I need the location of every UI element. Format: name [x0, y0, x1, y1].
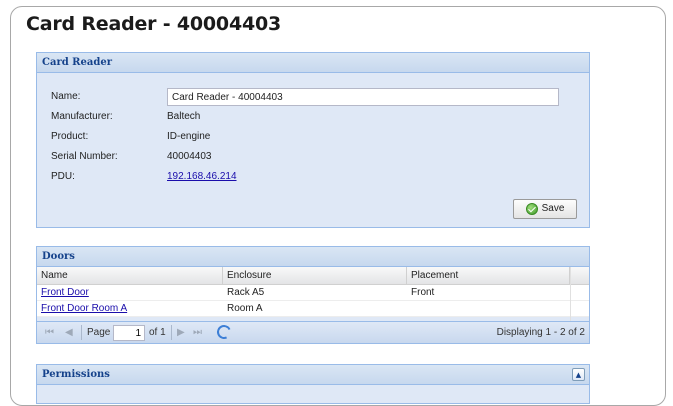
check-icon: [525, 203, 538, 215]
next-page-button[interactable]: ▶: [177, 326, 185, 340]
column-header-placement[interactable]: Placement: [407, 267, 570, 285]
table-row[interactable]: Front Door Rack A5 Front: [37, 285, 589, 301]
product-value: ID-engine: [167, 131, 211, 142]
name-label: Name:: [51, 91, 81, 102]
card-reader-panel: Card Reader Name: Manufacturer: Baltech …: [36, 52, 590, 228]
serial-number-value: 40004403: [167, 151, 212, 162]
door-enclosure: Room A: [227, 303, 263, 314]
page-number-input[interactable]: [113, 325, 145, 341]
pager-toolbar: ⏮ ◀ Page of 1 ▶ ⏭ Displaying 1 - 2 of 2: [37, 321, 589, 343]
table-row[interactable]: Front Door Room A Room A: [37, 301, 589, 317]
pdu-label: PDU:: [51, 171, 75, 182]
last-page-button[interactable]: ⏭: [193, 326, 202, 340]
doors-grid-header: Name Enclosure Placement: [37, 267, 589, 285]
grid-filler-column: [570, 267, 589, 321]
paging-status: Displaying 1 - 2 of 2: [496, 327, 585, 338]
pdu-link[interactable]: 192.168.46.214: [167, 171, 237, 182]
save-button[interactable]: Save: [513, 199, 577, 219]
collapse-icon[interactable]: ▲: [572, 368, 585, 381]
door-name-link[interactable]: Front Door Room A: [41, 303, 127, 314]
door-placement: [407, 301, 411, 317]
first-page-button[interactable]: ⏮: [45, 326, 54, 340]
doors-panel: Doors Name Enclosure Placement Front Doo…: [36, 246, 590, 344]
refresh-icon[interactable]: [215, 323, 233, 341]
page-count-label: of 1: [149, 327, 166, 338]
prev-page-button[interactable]: ◀: [65, 326, 73, 340]
product-row: Product: ID-engine: [51, 128, 571, 146]
door-enclosure: Rack A5: [227, 287, 265, 298]
name-field[interactable]: [167, 88, 559, 106]
page-title: Card Reader - 40004403: [26, 13, 282, 35]
door-placement: Front: [411, 287, 435, 298]
pdu-row: PDU: 192.168.46.214: [51, 168, 571, 186]
manufacturer-label: Manufacturer:: [51, 111, 113, 122]
permissions-panel: Permissions ▲: [36, 364, 590, 404]
permissions-panel-title: Permissions: [42, 369, 110, 380]
serial-row: Serial Number: 40004403: [51, 148, 571, 166]
serial-number-label: Serial Number:: [51, 151, 118, 162]
toolbar-separator: [81, 325, 82, 340]
manufacturer-value: Baltech: [167, 111, 201, 122]
product-label: Product:: [51, 131, 89, 142]
card-reader-panel-header: Card Reader: [37, 53, 589, 73]
manufacturer-row: Manufacturer: Baltech: [51, 108, 571, 126]
permissions-panel-header: Permissions ▲: [37, 365, 589, 385]
door-name-link[interactable]: Front Door: [41, 287, 89, 298]
column-header-name[interactable]: Name: [37, 267, 223, 285]
column-header-enclosure[interactable]: Enclosure: [223, 267, 407, 285]
doors-grid: Name Enclosure Placement Front Door Rack…: [37, 267, 589, 321]
toolbar-separator: [171, 325, 172, 340]
doors-panel-header: Doors: [37, 247, 589, 267]
name-row: Name:: [51, 88, 571, 106]
page-label: Page: [87, 327, 111, 338]
save-button-label: Save: [541, 203, 565, 214]
